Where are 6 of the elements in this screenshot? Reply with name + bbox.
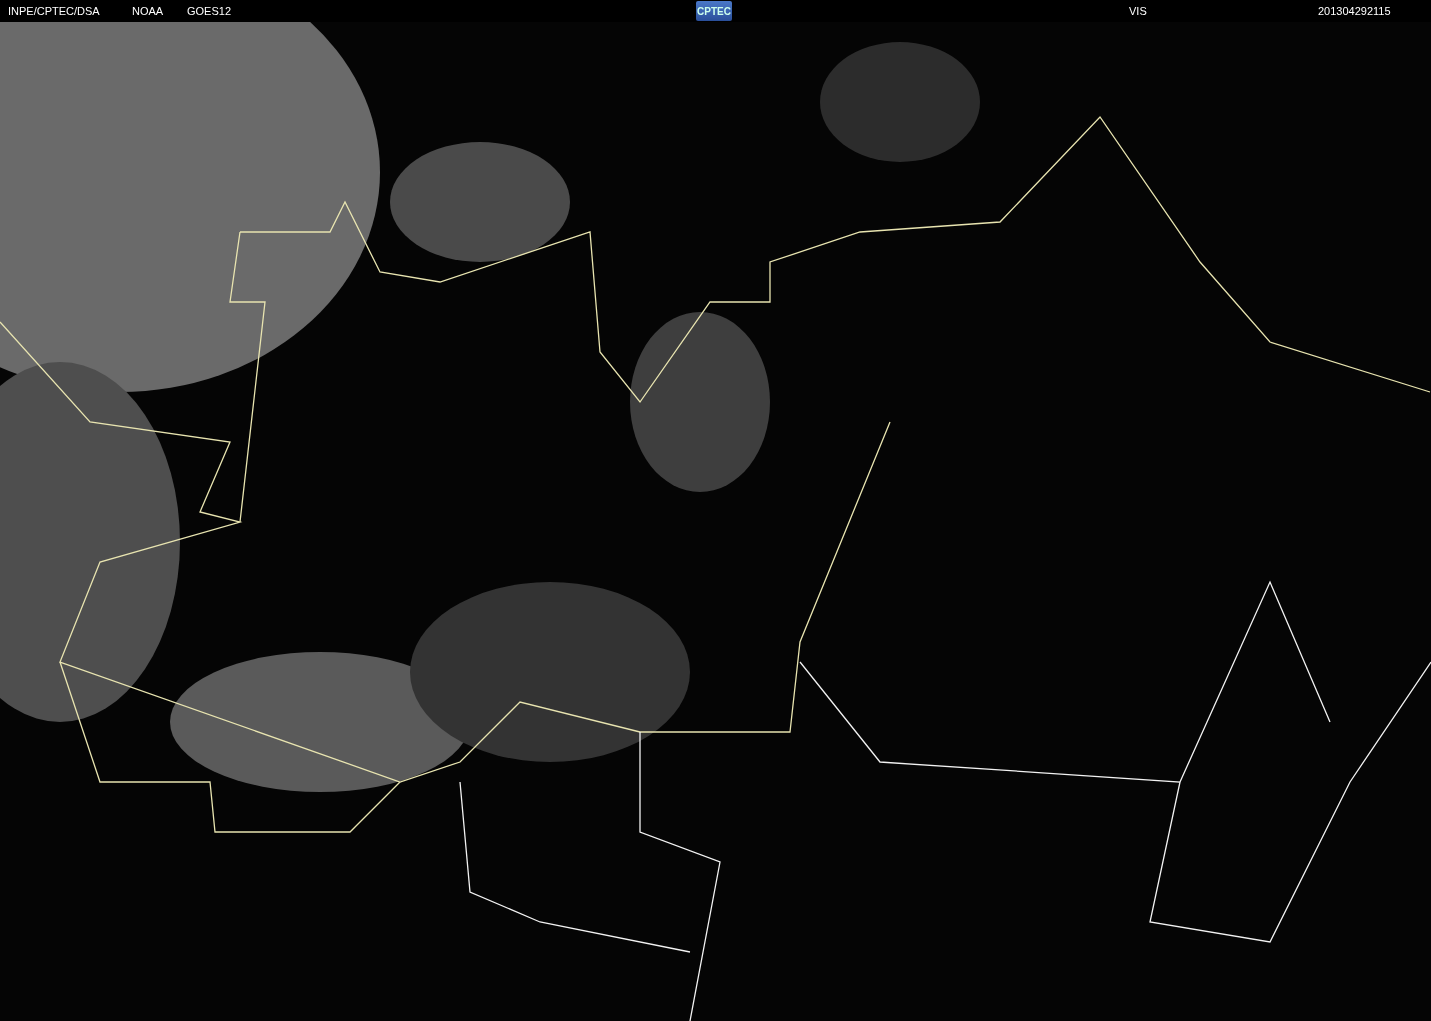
source-label: INPE/CPTEC/DSA — [8, 5, 101, 17]
agency-label: NOAA — [132, 5, 165, 17]
timestamp-label: 201304292115 — [1318, 5, 1391, 17]
satellite-label: GOES12 — [187, 5, 233, 17]
logo-badge: CPTEC — [696, 1, 732, 21]
channel-label: VIS — [1129, 5, 1148, 17]
